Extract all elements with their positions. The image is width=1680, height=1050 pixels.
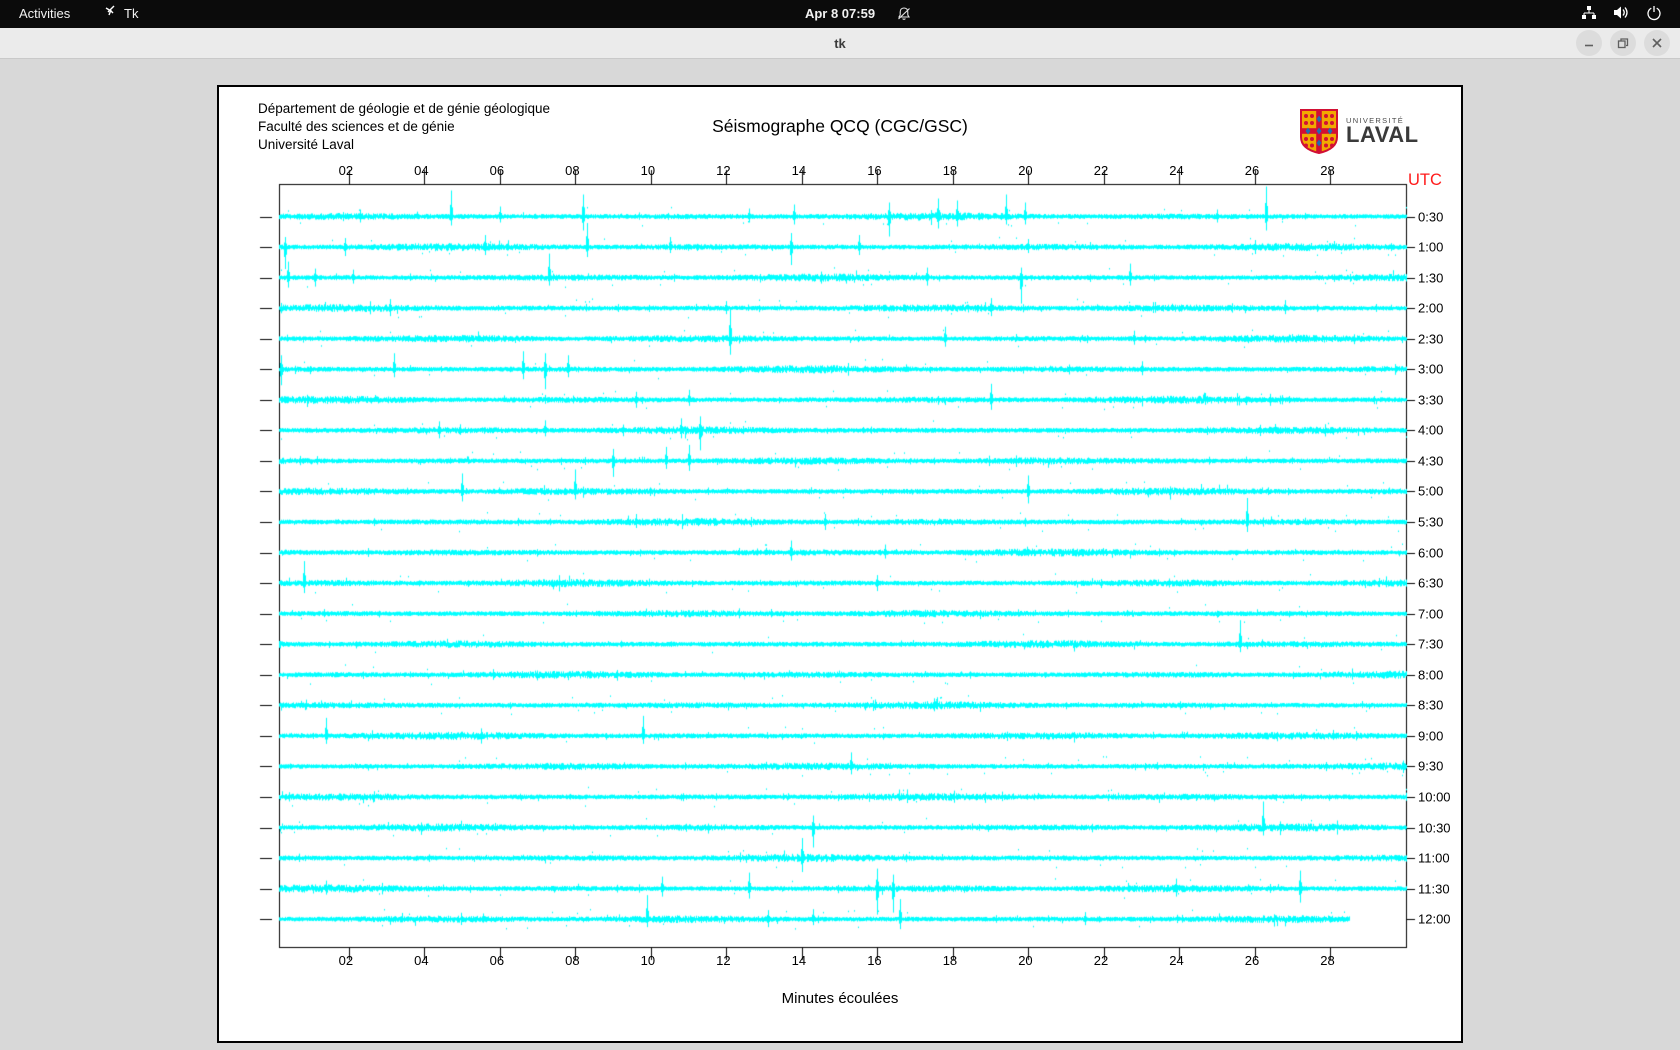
- volume-icon[interactable]: [1613, 5, 1630, 23]
- focused-app-indicator[interactable]: Tk: [103, 0, 138, 28]
- x-tick-label-bottom: 12: [716, 953, 731, 968]
- time-row-label: 11:00: [1418, 850, 1450, 866]
- time-row-label: 3:30: [1418, 392, 1444, 408]
- x-tick-label-bottom: 02: [338, 953, 354, 968]
- tk-icon: [103, 0, 118, 28]
- x-tick-label-top: 16: [867, 163, 882, 178]
- time-row-label: 1:00: [1418, 239, 1444, 255]
- time-row-label: 1:30: [1418, 270, 1444, 286]
- x-tick-label-top: 20: [1018, 163, 1033, 178]
- x-tick-label-top: 04: [414, 163, 429, 178]
- activities-button[interactable]: Activities: [13, 0, 76, 28]
- x-tick-label-bottom: 14: [791, 953, 807, 968]
- maximize-button[interactable]: [1610, 30, 1636, 56]
- time-row-label: 2:00: [1418, 300, 1444, 316]
- time-row-label: 10:00: [1418, 789, 1451, 805]
- x-tick-label-top: 22: [1093, 163, 1109, 178]
- x-axis-title: Minutes écoulées: [781, 990, 899, 1007]
- x-tick-label-top: 06: [489, 163, 505, 178]
- x-tick-label-bottom: 10: [640, 953, 656, 968]
- x-tick-label-top: 26: [1244, 163, 1260, 178]
- time-row-label: 0:30: [1418, 209, 1444, 224]
- x-tick-label-bottom: 22: [1093, 953, 1109, 968]
- x-tick-label-top: 28: [1320, 163, 1335, 178]
- x-tick-label-bottom: 06: [489, 953, 505, 968]
- time-row-label: 6:00: [1418, 545, 1444, 561]
- time-row-label: 9:00: [1418, 728, 1444, 744]
- notifications-muted-icon: [896, 6, 912, 25]
- x-tick-label-bottom: 26: [1244, 953, 1260, 968]
- x-tick-label-bottom: 18: [942, 953, 958, 968]
- seismogram-plot: [219, 87, 1465, 1045]
- clock[interactable]: Apr 8 07:59: [790, 0, 890, 28]
- time-row-label: 9:30: [1418, 758, 1444, 774]
- window-title: tk: [834, 36, 846, 51]
- x-tick-label-bottom: 04: [414, 953, 429, 968]
- x-tick-label-top: 12: [716, 163, 731, 178]
- x-tick-label-top: 02: [338, 163, 354, 178]
- x-tick-label-top: 24: [1169, 163, 1184, 178]
- time-row-label: 2:30: [1418, 331, 1444, 347]
- time-row-label: 4:30: [1418, 453, 1444, 469]
- gnome-top-bar: Activities Tk Apr 8 07:59: [0, 0, 1680, 28]
- time-row-label: 4:00: [1418, 422, 1444, 438]
- time-row-label: 7:00: [1418, 606, 1444, 622]
- power-icon[interactable]: [1646, 5, 1662, 24]
- x-tick-label-top: 10: [640, 163, 656, 178]
- x-tick-label-top: 14: [791, 163, 807, 178]
- time-row-label: 8:30: [1418, 697, 1444, 713]
- x-tick-label-bottom: 28: [1320, 953, 1335, 968]
- minimize-button[interactable]: [1576, 30, 1602, 56]
- close-button[interactable]: [1644, 30, 1670, 56]
- time-row-label: 3:00: [1418, 361, 1444, 377]
- x-tick-label-top: 18: [942, 163, 958, 178]
- time-row-label: 8:00: [1418, 667, 1444, 683]
- app-name-label: Tk: [124, 6, 139, 21]
- time-row-label: 12:00: [1418, 911, 1451, 927]
- seismograph-canvas: Département de géologie et de génie géol…: [217, 85, 1465, 1045]
- x-tick-label-bottom: 20: [1018, 953, 1033, 968]
- time-row-label: 7:30: [1418, 636, 1444, 652]
- time-row-label: 6:30: [1418, 575, 1444, 591]
- x-tick-label-top: 08: [565, 163, 580, 178]
- x-tick-label-bottom: 08: [565, 953, 580, 968]
- x-tick-label-bottom: 16: [867, 953, 882, 968]
- time-row-label: 5:00: [1418, 483, 1444, 499]
- time-row-label: 10:30: [1418, 820, 1451, 835]
- window-content: Département de géologie et de génie géol…: [0, 60, 1680, 1050]
- x-tick-label-bottom: 24: [1169, 953, 1184, 968]
- time-row-label: 5:30: [1418, 514, 1444, 530]
- time-row-label: 11:30: [1418, 881, 1450, 897]
- window-titlebar[interactable]: tk: [0, 28, 1680, 59]
- network-wired-icon[interactable]: [1581, 5, 1597, 23]
